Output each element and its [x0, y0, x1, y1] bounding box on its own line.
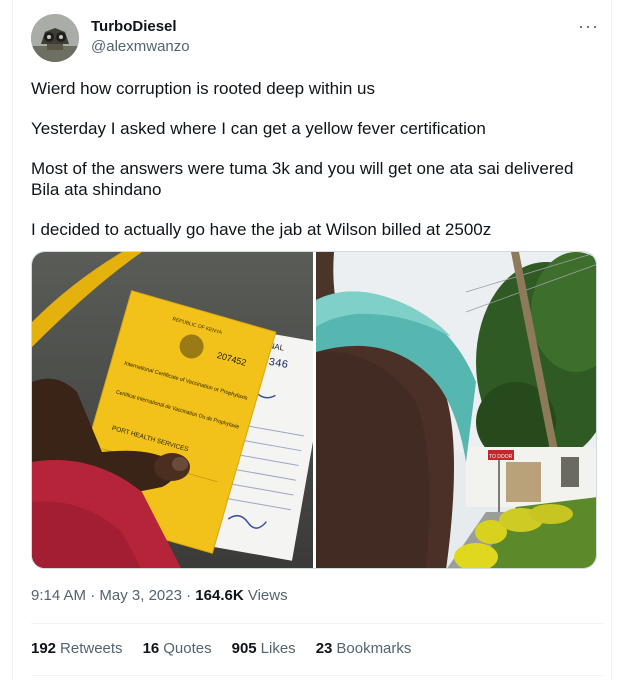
avatar[interactable]: [31, 14, 79, 62]
author-display-name[interactable]: TurboDiesel: [91, 18, 177, 35]
avatar-image: [31, 14, 79, 62]
meta-separator: ·: [181, 587, 196, 604]
views-label: Views: [243, 587, 288, 604]
more-options-button[interactable]: ···: [578, 16, 599, 37]
tweet-card: TurboDiesel @alexmwanzo ··· Wierd how co…: [12, 0, 612, 680]
more-horizontal-icon: ···: [578, 16, 599, 36]
author-handle[interactable]: @alexmwanzo: [91, 38, 190, 55]
tweet-media: ORIGINAL 0086346 REPUBLIC OF KENYA 20745…: [31, 251, 597, 569]
quotes-stat[interactable]: 16 Quotes: [143, 640, 212, 657]
likes-label: Likes: [260, 640, 296, 657]
tweet-paragraph: I decided to actually go have the jab at…: [31, 220, 492, 239]
certificate-photo-image: ORIGINAL 0086346 REPUBLIC OF KENYA 20745…: [32, 252, 313, 568]
retweets-stat[interactable]: 192 Retweets: [31, 640, 123, 657]
retweets-count: 192: [31, 640, 57, 657]
tweet-date[interactable]: May 3, 2023: [99, 587, 182, 604]
bookmarks-label: Bookmarks: [336, 640, 412, 657]
bookmarks-count: 23: [315, 640, 333, 657]
views-count: 164.6K: [195, 587, 244, 604]
likes-count: 905: [231, 640, 257, 657]
sign-text: TO DOOR: [489, 454, 513, 460]
arm-photo[interactable]: TO DOOR: [316, 252, 596, 568]
tweet-paragraph: Yesterday I asked where I can get a yell…: [31, 119, 486, 138]
divider: [31, 675, 603, 676]
likes-stat[interactable]: 905 Likes: [232, 640, 296, 657]
tweet-time[interactable]: 9:14 AM: [31, 587, 86, 604]
meta-separator: ·: [86, 587, 100, 604]
tweet-paragraph: Most of the answers were tuma 3k and you…: [31, 159, 574, 199]
retweets-label: Retweets: [60, 640, 123, 657]
arm-photo-image: TO DOOR: [316, 252, 596, 568]
tweet-timestamp: 9:14 AM · May 3, 2023 · 164.6K Views: [31, 587, 288, 604]
tweet-text: Wierd how corruption is rooted deep with…: [31, 78, 601, 259]
quotes-label: Quotes: [163, 640, 212, 657]
divider: [31, 623, 603, 624]
quotes-count: 16: [142, 640, 160, 657]
tweet-stats: 192 Retweets 16 Quotes 905 Likes 23 Bookmark…: [31, 640, 431, 657]
tweet-paragraph: Wierd how corruption is rooted deep with…: [31, 79, 375, 98]
certificate-photo[interactable]: ORIGINAL 0086346 REPUBLIC OF KENYA 20745…: [32, 252, 313, 568]
bookmarks-stat[interactable]: 23 Bookmarks: [316, 640, 412, 657]
